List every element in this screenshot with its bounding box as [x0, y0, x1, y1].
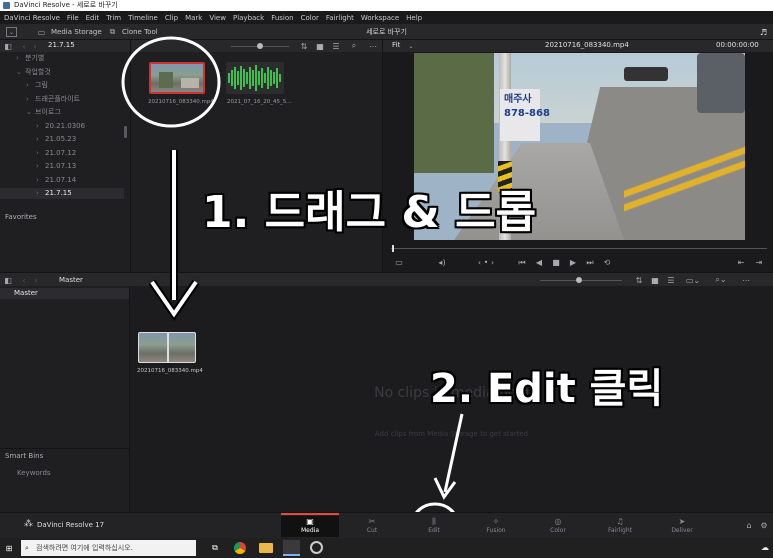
- page-tab-label: Edit: [428, 527, 440, 534]
- edit-page-icon: ⫼: [432, 517, 436, 526]
- page-navigation-bar: ⁂ DaVinci Resolve 17 ▣ Media ✂ Cut ⫼ Edit ✧ Fus…: [0, 512, 773, 538]
- page-tab-cut[interactable]: ✂ Cut: [343, 516, 401, 537]
- cut-page-icon: ✂: [368, 517, 376, 526]
- page-tab-label: Deliver: [671, 527, 693, 534]
- page-tab-media[interactable]: ▣ Media: [281, 513, 339, 537]
- drag-source-circle: [121, 36, 221, 128]
- task-view-icon[interactable]: ⧉: [208, 542, 222, 554]
- windows-taskbar: ⊞ ⌕ 검색하려면 여기에 입력하십시오. ⧉ ☁: [0, 538, 773, 558]
- davinci-taskbar-icon[interactable]: [283, 540, 300, 556]
- media-page-icon: ▣: [306, 517, 314, 526]
- taskbar-search-placeholder: 검색하려면 여기에 입력하십시오.: [36, 544, 133, 552]
- step-one-caption: 1. 드래그 & 드롭: [202, 187, 537, 238]
- edit-arrow-shaft: [443, 413, 464, 493]
- tutorial-annotation-overlay: [121, 36, 464, 544]
- project-manager-home-icon[interactable]: ⌂: [742, 519, 756, 531]
- page-tab-label: Media: [300, 527, 320, 534]
- page-tab-color[interactable]: ◎ Color: [529, 516, 587, 537]
- color-page-icon: ◎: [554, 517, 562, 526]
- page-tab-deliver[interactable]: ➤ Deliver: [653, 516, 711, 537]
- page-tab-label: Fusion: [486, 527, 506, 534]
- fusion-page-icon: ✧: [492, 517, 500, 526]
- page-tab-label: Cut: [366, 527, 378, 534]
- page-tab-fairlight[interactable]: ♫ Fairlight: [591, 516, 649, 537]
- deliver-page-icon: ➤: [678, 517, 686, 526]
- page-tab-edit[interactable]: ⫼ Edit: [405, 516, 463, 537]
- page-tab-fusion[interactable]: ✧ Fusion: [467, 516, 525, 537]
- app-taskbar-icon[interactable]: [310, 541, 323, 554]
- taskbar-search-box[interactable]: ⌕ 검색하려면 여기에 입력하십시오.: [21, 540, 196, 556]
- active-page-indicator: [281, 513, 339, 515]
- windows-start-icon[interactable]: ⊞: [3, 542, 15, 554]
- fairlight-page-icon: ♫: [616, 517, 624, 526]
- taskbar-search-icon: ⌕: [25, 544, 29, 552]
- chrome-icon[interactable]: [234, 542, 246, 554]
- file-explorer-icon[interactable]: [259, 543, 273, 553]
- onedrive-cloud-icon[interactable]: ☁: [758, 541, 772, 553]
- davinci-logo-icon: ⁂: [24, 519, 33, 529]
- page-tab-label: Color: [550, 527, 566, 534]
- settings-gear-icon[interactable]: ⚙: [758, 519, 770, 531]
- brand-label: DaVinci Resolve 17: [37, 521, 105, 529]
- page-tab-label: Fairlight: [607, 527, 632, 534]
- step-two-caption: 2. Edit 클릭: [430, 366, 664, 412]
